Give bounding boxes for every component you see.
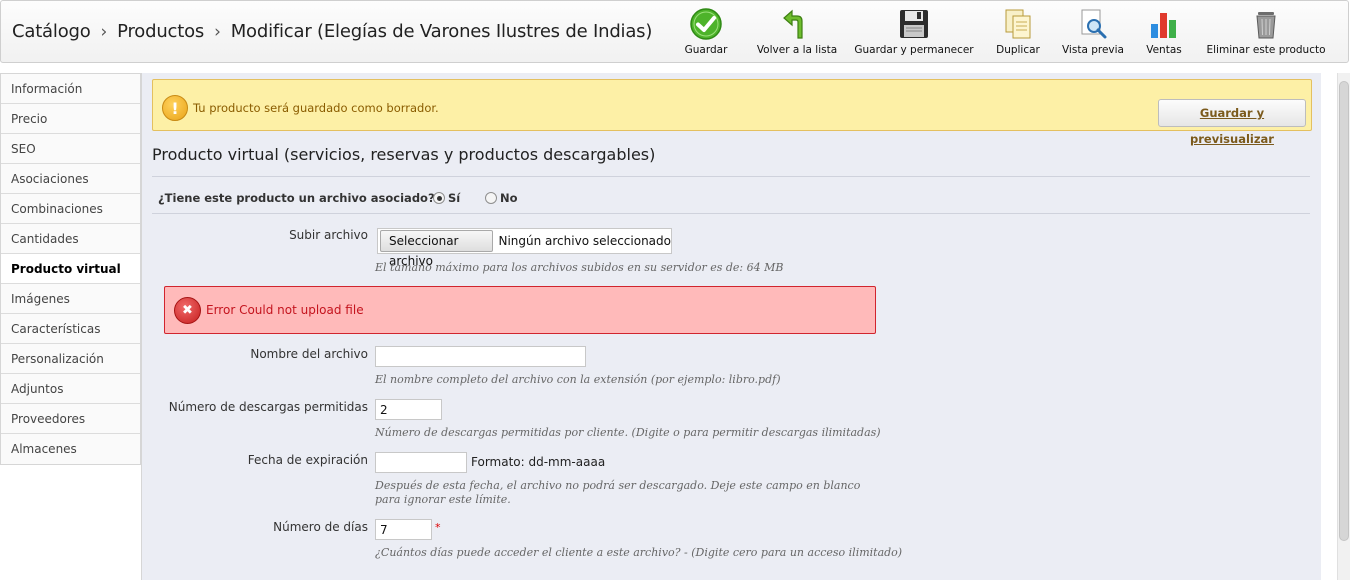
sidebar-item-cantidades[interactable]: Cantidades [1, 224, 140, 254]
breadcrumb-catalog[interactable]: Catálogo [12, 21, 91, 42]
date-format-text: Formato: dd-mm-aaaa [471, 455, 606, 469]
required-mark: * [435, 521, 441, 534]
toolbar: Guardar Volver a la lista Guardar y perm… [677, 7, 1326, 61]
save-button[interactable]: Guardar [677, 7, 735, 61]
sidebar-item-precio[interactable]: Precio [1, 104, 140, 134]
main-panel: ! Tu producto será guardado como borrado… [141, 73, 1321, 580]
divider [152, 213, 1310, 214]
back-arrow-icon [783, 9, 803, 39]
expiration-hint-2: para ignorar este límite. [375, 493, 511, 506]
expiration-hint: Después de esta fecha, el archivo no pod… [375, 479, 861, 492]
trash-icon [1256, 12, 1276, 39]
scrollbar[interactable] [1337, 73, 1350, 580]
sidebar-item-producto-virtual[interactable]: Producto virtual [1, 254, 140, 284]
sidebar-item-personalizacion[interactable]: Personalización [1, 344, 140, 374]
back-to-list-button[interactable]: Volver a la lista [747, 7, 847, 61]
breadcrumb: Catálogo › Productos › Modificar (Elegías de… [12, 21, 652, 42]
warning-text: Tu producto será guardado como borrador. [193, 101, 439, 115]
expiration-label: Fecha de expiración [247, 453, 368, 467]
expiration-date-input[interactable] [375, 452, 467, 473]
days-hint: ¿Cuántos días puede acceder el cliente a… [375, 546, 903, 559]
draft-warning: ! Tu producto será guardado como borrado… [152, 79, 1312, 146]
downloads-label: Número de descargas permitidas [168, 400, 368, 414]
magnifier-document-icon [1081, 9, 1107, 39]
radio-yes-dot[interactable] [433, 192, 445, 204]
header-bar: Catálogo › Productos › Modificar (Elegías de… [0, 0, 1349, 63]
save-and-stay-button[interactable]: Guardar y permanecer [854, 7, 974, 61]
delete-product-button[interactable]: Eliminar este producto [1207, 7, 1326, 61]
sidebar-item-almacenes[interactable]: Almacenes [1, 434, 140, 464]
sidebar-item-caracteristicas[interactable]: Características [1, 314, 140, 344]
section-title: Producto virtual (servicios, reservas y … [152, 145, 656, 164]
days-label: Número de días [273, 520, 368, 534]
check-icon [690, 8, 722, 40]
sidebar-item-adjuntos[interactable]: Adjuntos [1, 374, 140, 404]
duplicate-icon [1005, 9, 1031, 39]
upload-error: ✖ Error Could not upload file [164, 286, 876, 334]
divider [152, 176, 1310, 177]
preview-button[interactable]: Vista previa [1058, 7, 1128, 61]
sidebar-item-informacion[interactable]: Información [1, 74, 140, 104]
upload-hint: El tamaño máximo para los archivos subid… [375, 261, 784, 274]
radio-yes[interactable]: Sí [433, 191, 460, 205]
radio-no-dot[interactable] [485, 192, 497, 204]
breadcrumb-products[interactable]: Productos [117, 21, 204, 42]
sidebar: Información Precio SEO Asociaciones Comb… [0, 73, 141, 465]
days-input[interactable] [375, 519, 432, 540]
associated-file-question: ¿Tiene este producto un archivo asociado… [158, 191, 435, 205]
filename-label: Nombre del archivo [250, 347, 368, 361]
page-title: Modificar (Elegías de Varones Ilustres d… [230, 21, 653, 42]
file-status: Ningún archivo seleccionado [498, 234, 671, 248]
file-upload-input[interactable]: Seleccionar archivo Ningún archivo selec… [377, 228, 672, 268]
sales-button[interactable]: Ventas [1140, 7, 1188, 61]
error-icon: ✖ [174, 297, 201, 324]
filename-input[interactable] [375, 346, 586, 367]
sidebar-item-asociaciones[interactable]: Asociaciones [1, 164, 140, 194]
chevron-right-icon: › [214, 22, 221, 42]
scrollbar-thumb[interactable] [1339, 81, 1349, 541]
save-and-preview-button[interactable]: Guardar y previsualizar [1158, 99, 1306, 146]
warning-icon: ! [162, 95, 188, 121]
bar-chart-icon [1151, 13, 1176, 38]
choose-file-button[interactable]: Seleccionar archivo [380, 230, 494, 268]
sidebar-item-proveedores[interactable]: Proveedores [1, 404, 140, 434]
upload-label: Subir archivo [289, 228, 368, 242]
radio-no-label: No [500, 191, 518, 205]
duplicate-button[interactable]: Duplicar [988, 7, 1048, 61]
floppy-disk-icon [900, 10, 928, 38]
radio-no[interactable]: No [485, 191, 518, 205]
downloads-input[interactable] [375, 399, 442, 420]
radio-yes-label: Sí [448, 191, 461, 205]
sidebar-item-combinaciones[interactable]: Combinaciones [1, 194, 140, 224]
chevron-right-icon: › [100, 22, 108, 42]
filename-hint: El nombre completo del archivo con la ex… [375, 373, 781, 386]
downloads-hint: Número de descargas permitidas por clien… [375, 426, 881, 439]
error-text: Error Could not upload file [206, 303, 364, 317]
sidebar-item-imagenes[interactable]: Imágenes [1, 284, 140, 314]
sidebar-item-seo[interactable]: SEO [1, 134, 140, 164]
